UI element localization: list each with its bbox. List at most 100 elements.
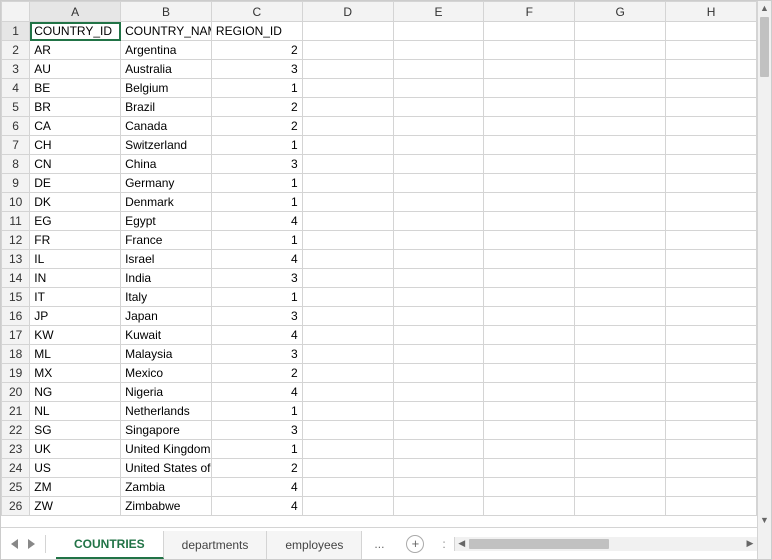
cell-E22[interactable] xyxy=(393,421,484,440)
cell-A15[interactable]: IT xyxy=(30,288,121,307)
cell-E13[interactable] xyxy=(393,250,484,269)
cell-E15[interactable] xyxy=(393,288,484,307)
column-header-A[interactable]: A xyxy=(30,2,121,22)
cell-A17[interactable]: KW xyxy=(30,326,121,345)
cell-E24[interactable] xyxy=(393,459,484,478)
cell-C25[interactable]: 4 xyxy=(211,478,302,497)
cell-E19[interactable] xyxy=(393,364,484,383)
cell-H16[interactable] xyxy=(666,307,757,326)
cell-G3[interactable] xyxy=(575,60,666,79)
cell-H19[interactable] xyxy=(666,364,757,383)
cell-E1[interactable] xyxy=(393,22,484,41)
cell-E23[interactable] xyxy=(393,440,484,459)
row-header-12[interactable]: 12 xyxy=(2,231,30,250)
cell-D18[interactable] xyxy=(302,345,393,364)
cell-E20[interactable] xyxy=(393,383,484,402)
cell-C3[interactable]: 3 xyxy=(211,60,302,79)
cell-F22[interactable] xyxy=(484,421,575,440)
cell-C7[interactable]: 1 xyxy=(211,136,302,155)
row-header-6[interactable]: 6 xyxy=(2,117,30,136)
cell-G15[interactable] xyxy=(575,288,666,307)
row-header-25[interactable]: 25 xyxy=(2,478,30,497)
cell-E12[interactable] xyxy=(393,231,484,250)
cell-E10[interactable] xyxy=(393,193,484,212)
cell-D11[interactable] xyxy=(302,212,393,231)
cell-A14[interactable]: IN xyxy=(30,269,121,288)
cell-H10[interactable] xyxy=(666,193,757,212)
cell-G13[interactable] xyxy=(575,250,666,269)
cell-F9[interactable] xyxy=(484,174,575,193)
row-header-3[interactable]: 3 xyxy=(2,60,30,79)
cell-C15[interactable]: 1 xyxy=(211,288,302,307)
cell-G14[interactable] xyxy=(575,269,666,288)
scroll-right-icon[interactable]: ▶ xyxy=(743,537,757,551)
cell-B15[interactable]: Italy xyxy=(121,288,212,307)
cell-C12[interactable]: 1 xyxy=(211,231,302,250)
cell-A22[interactable]: SG xyxy=(30,421,121,440)
cell-D7[interactable] xyxy=(302,136,393,155)
row-header-18[interactable]: 18 xyxy=(2,345,30,364)
cell-F6[interactable] xyxy=(484,117,575,136)
cell-C9[interactable]: 1 xyxy=(211,174,302,193)
scroll-up-icon[interactable]: ▲ xyxy=(758,1,771,15)
row-header-7[interactable]: 7 xyxy=(2,136,30,155)
cell-C18[interactable]: 3 xyxy=(211,345,302,364)
row-header-21[interactable]: 21 xyxy=(2,402,30,421)
cell-H3[interactable] xyxy=(666,60,757,79)
cell-G17[interactable] xyxy=(575,326,666,345)
cell-G26[interactable] xyxy=(575,497,666,516)
row-header-4[interactable]: 4 xyxy=(2,79,30,98)
cell-G22[interactable] xyxy=(575,421,666,440)
cell-F1[interactable] xyxy=(484,22,575,41)
cell-E25[interactable] xyxy=(393,478,484,497)
cell-H23[interactable] xyxy=(666,440,757,459)
cell-B6[interactable]: Canada xyxy=(121,117,212,136)
cell-G25[interactable] xyxy=(575,478,666,497)
cell-H6[interactable] xyxy=(666,117,757,136)
column-header-D[interactable]: D xyxy=(302,2,393,22)
cell-F24[interactable] xyxy=(484,459,575,478)
column-header-B[interactable]: B xyxy=(121,2,212,22)
cell-H1[interactable] xyxy=(666,22,757,41)
row-header-9[interactable]: 9 xyxy=(2,174,30,193)
cell-B8[interactable]: China xyxy=(121,155,212,174)
cell-F26[interactable] xyxy=(484,497,575,516)
cell-A4[interactable]: BE xyxy=(30,79,121,98)
scroll-left-icon[interactable]: ◀ xyxy=(455,537,469,551)
row-header-1[interactable]: 1 xyxy=(2,22,30,41)
cell-F7[interactable] xyxy=(484,136,575,155)
cell-F14[interactable] xyxy=(484,269,575,288)
cell-E9[interactable] xyxy=(393,174,484,193)
cell-F17[interactable] xyxy=(484,326,575,345)
cell-D12[interactable] xyxy=(302,231,393,250)
cell-H24[interactable] xyxy=(666,459,757,478)
tab-employees[interactable]: employees xyxy=(267,531,362,559)
cell-B18[interactable]: Malaysia xyxy=(121,345,212,364)
cell-H18[interactable] xyxy=(666,345,757,364)
tab-add-button[interactable]: + xyxy=(406,535,424,553)
cell-A16[interactable]: JP xyxy=(30,307,121,326)
cell-E14[interactable] xyxy=(393,269,484,288)
cell-C16[interactable]: 3 xyxy=(211,307,302,326)
row-header-8[interactable]: 8 xyxy=(2,155,30,174)
cell-A8[interactable]: CN xyxy=(30,155,121,174)
cell-B11[interactable]: Egypt xyxy=(121,212,212,231)
cell-E5[interactable] xyxy=(393,98,484,117)
vertical-scroll-thumb[interactable] xyxy=(760,17,769,77)
cell-A24[interactable]: US xyxy=(30,459,121,478)
cell-F15[interactable] xyxy=(484,288,575,307)
cell-D10[interactable] xyxy=(302,193,393,212)
cell-A7[interactable]: CH xyxy=(30,136,121,155)
cell-F12[interactable] xyxy=(484,231,575,250)
cell-B3[interactable]: Australia xyxy=(121,60,212,79)
cell-A23[interactable]: UK xyxy=(30,440,121,459)
row-header-14[interactable]: 14 xyxy=(2,269,30,288)
cell-D3[interactable] xyxy=(302,60,393,79)
row-header-10[interactable]: 10 xyxy=(2,193,30,212)
cell-D19[interactable] xyxy=(302,364,393,383)
cell-H21[interactable] xyxy=(666,402,757,421)
cell-D5[interactable] xyxy=(302,98,393,117)
select-all-corner[interactable] xyxy=(2,2,30,22)
row-header-2[interactable]: 2 xyxy=(2,41,30,60)
column-header-E[interactable]: E xyxy=(393,2,484,22)
